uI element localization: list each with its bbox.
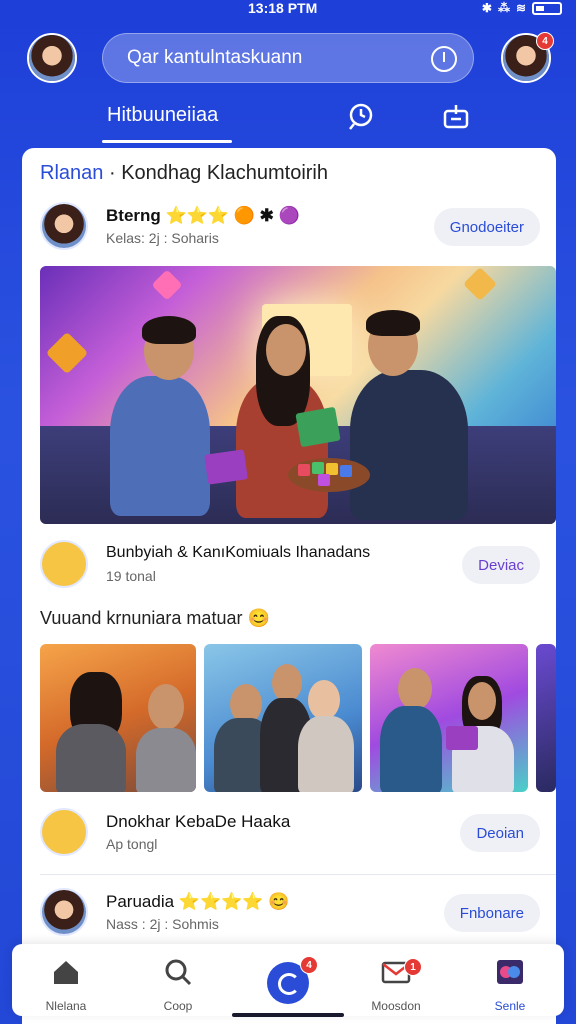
home-indicator xyxy=(232,1013,344,1017)
person-head xyxy=(266,324,306,376)
game-icon[interactable] xyxy=(441,102,471,132)
hero-image[interactable] xyxy=(40,266,556,524)
card-prop xyxy=(446,726,478,750)
nav-label: Moosdon xyxy=(371,999,421,1013)
card-prop xyxy=(204,449,248,485)
follow-button[interactable]: Gnodoeiter xyxy=(433,208,540,246)
profile-avatar[interactable] xyxy=(27,33,77,83)
thumbnail[interactable] xyxy=(536,644,556,792)
person-figure xyxy=(350,370,468,520)
feed-header-separator: · xyxy=(108,162,116,184)
thumbnail[interactable] xyxy=(40,644,196,792)
signal-icon: ⁂ xyxy=(497,1,510,15)
post-title: Dnokhar KebaDe Haaka xyxy=(106,812,291,831)
person-figure xyxy=(136,728,196,792)
status-icons: ✱ ⁂ ≋ xyxy=(482,1,562,15)
profile-icon xyxy=(497,960,523,984)
person-figure xyxy=(380,706,442,792)
avatar[interactable] xyxy=(40,808,88,856)
post-row[interactable]: Dnokhar KebaDe Haaka Ap tongl Deoian xyxy=(40,808,540,858)
nav-label: Senle xyxy=(494,999,526,1013)
person-figure xyxy=(56,724,126,792)
person-head xyxy=(272,664,302,702)
gem-decor xyxy=(151,269,183,301)
thumbnail[interactable] xyxy=(204,644,362,792)
post-subtitle: Nass : 2j : Sohmis xyxy=(106,916,219,932)
tab-underline xyxy=(102,140,232,143)
cube xyxy=(318,474,330,486)
feed-header: Rlanan · Kondhag Klachumtoirih xyxy=(40,162,328,185)
tab-bar: Hitbuuneiiaa xyxy=(0,100,576,143)
post-row[interactable]: Paruadia ⭐⭐⭐⭐ 😊 Nass : 2j : Sohmis Fnbon… xyxy=(40,888,540,938)
home-icon xyxy=(54,961,78,984)
thumbnail[interactable] xyxy=(370,644,528,792)
search-input[interactable]: Qar kantulntaskuann xyxy=(127,47,302,69)
nav-label: Nlelana xyxy=(45,999,87,1013)
feed-header-accent: Rlanan xyxy=(40,162,104,184)
discover-icon[interactable] xyxy=(346,102,376,132)
avatar[interactable] xyxy=(40,888,88,936)
cube xyxy=(340,465,352,477)
bottom-nav: Nlelana Coop 4 Moosdon 1 Senle xyxy=(12,944,564,1016)
tab-main[interactable]: Hitbuuneiiaa xyxy=(107,104,218,127)
gem-decor xyxy=(45,331,89,375)
post-subtitle: Ap tongl xyxy=(106,836,158,852)
battery-icon xyxy=(532,1,562,15)
nav-messages[interactable]: Moosdon xyxy=(356,958,436,1013)
nav-label: Coop xyxy=(163,999,193,1013)
avatar-image xyxy=(42,204,86,248)
person-hair xyxy=(142,316,196,344)
avatar[interactable] xyxy=(40,540,88,588)
nav-profile[interactable]: Senle xyxy=(470,958,550,1013)
create-badge: 4 xyxy=(300,956,318,974)
game-table xyxy=(288,458,370,492)
search-bar[interactable]: Qar kantulntaskuann xyxy=(102,33,474,83)
post-subtitle: Kelas: 2j : Soharis xyxy=(106,230,219,246)
divider xyxy=(40,874,556,875)
avatar-image xyxy=(42,890,86,934)
avatar-image xyxy=(29,35,75,81)
post-title: Paruadia ⭐⭐⭐⭐ 😊 xyxy=(106,892,290,911)
wifi-icon: ≋ xyxy=(515,1,526,15)
gem-decor xyxy=(463,267,497,301)
person-hair xyxy=(366,310,420,336)
notification-badge: 4 xyxy=(536,32,554,50)
cube xyxy=(312,462,324,474)
cube xyxy=(298,464,310,476)
person-head xyxy=(398,668,432,710)
section-label: Vuuand krnuniara matuar 😊 xyxy=(40,608,270,628)
nav-home[interactable]: Nlelana xyxy=(26,958,106,1013)
avatar[interactable] xyxy=(40,202,88,250)
bluetooth-icon: ✱ xyxy=(481,1,492,15)
person-figure xyxy=(110,376,210,516)
follow-button[interactable]: Fnbonare xyxy=(443,894,540,932)
follow-button[interactable]: Deviac xyxy=(462,546,540,584)
person-head xyxy=(148,684,184,730)
person-figure xyxy=(298,716,354,792)
messages-badge: 1 xyxy=(404,958,422,976)
post-subtitle: 19 tonal xyxy=(106,568,156,584)
person-head xyxy=(308,680,340,720)
card-prop xyxy=(295,406,341,448)
person-head xyxy=(468,682,496,720)
status-time: 13:18 PTM xyxy=(248,0,318,16)
timer-icon[interactable] xyxy=(431,46,457,72)
post-row[interactable]: Bterng ⭐⭐⭐ 🟠 ✱ 🟣 Kelas: 2j : Soharis Gno… xyxy=(40,202,540,252)
post-title: Bterng ⭐⭐⭐ 🟠 ✱ 🟣 xyxy=(106,206,300,225)
nav-search[interactable]: Coop xyxy=(138,958,218,1013)
follow-button[interactable]: Deoian xyxy=(460,814,540,852)
status-bar: 13:18 PTM ✱ ⁂ ≋ xyxy=(0,0,576,18)
feed-card: Rlanan · Kondhag Klachumtoirih Bterng ⭐⭐… xyxy=(22,148,556,1024)
post-title: Bunbyiah & KanıKomiuals Ihanadans xyxy=(106,544,371,561)
search-icon xyxy=(165,959,192,986)
feed-header-title: Kondhag Klachumtoirih xyxy=(121,162,328,184)
post-row[interactable]: Bunbyiah & KanıKomiuals Ihanadans 19 ton… xyxy=(40,540,540,590)
